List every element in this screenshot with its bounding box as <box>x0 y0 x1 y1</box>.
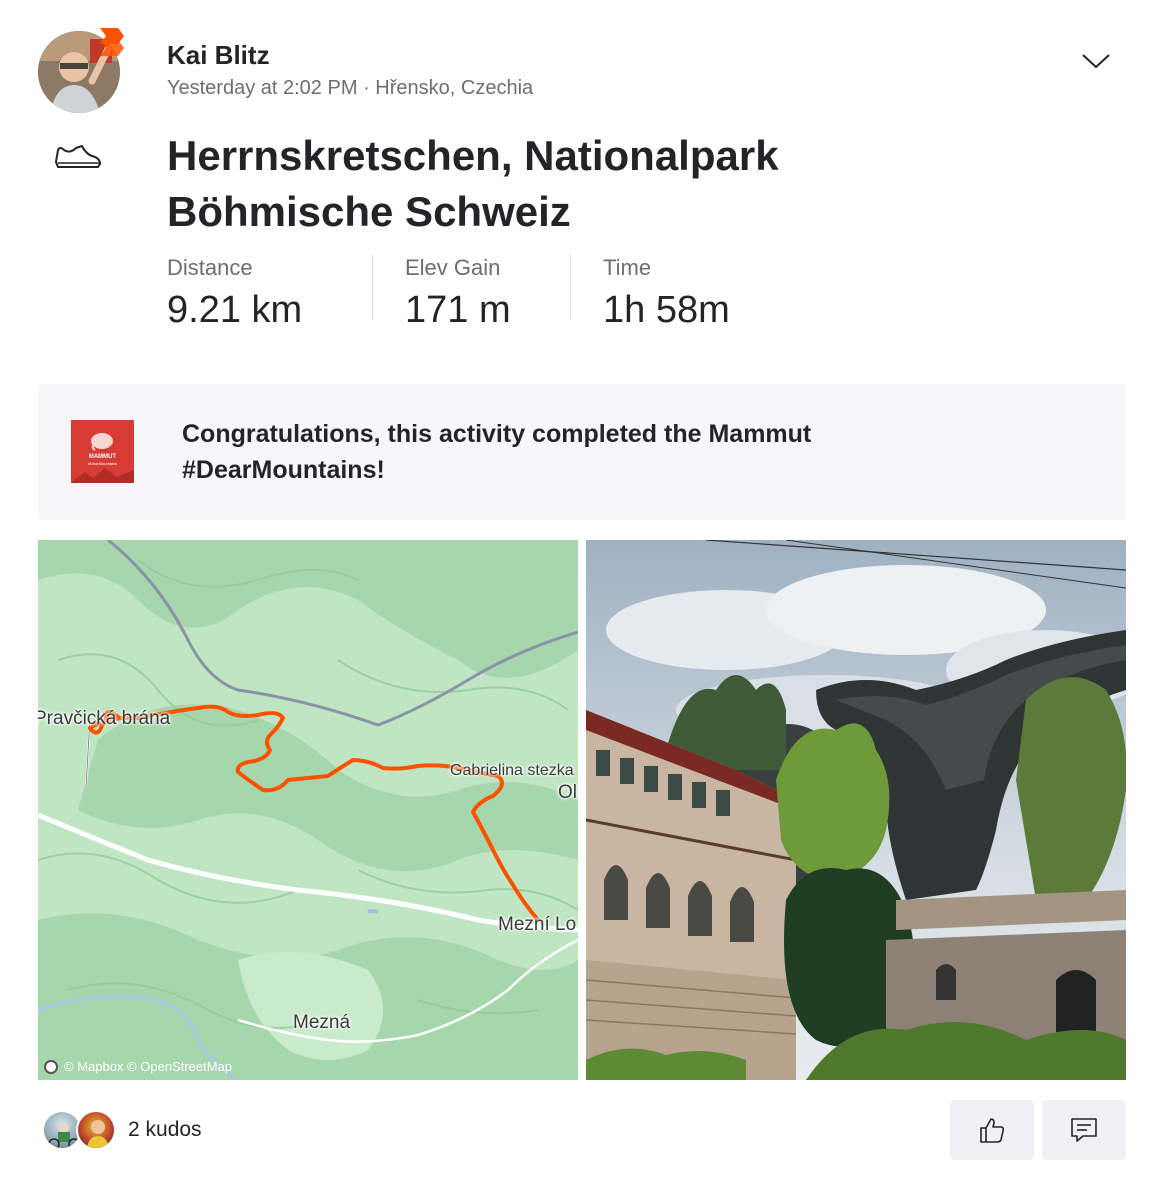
challenge-banner[interactable]: MAMMUT #DearMountains Congratulations, t… <box>38 384 1126 520</box>
challenge-text: Congratulations, this activity completed… <box>182 420 812 484</box>
logo-text: MAMMUT <box>89 454 117 460</box>
activity-title[interactable]: Herrnskretschen, Nationalpark Böhmische … <box>167 128 867 240</box>
stat-label: Elev Gain <box>405 255 501 280</box>
activity-timestamp: Yesterday at 2:02 PM <box>167 77 358 99</box>
stat-value: 171 m <box>405 289 511 331</box>
activity-photo[interactable] <box>586 540 1126 1080</box>
logo-subtext: #DearMountains <box>88 461 117 466</box>
comment-icon <box>1071 1118 1097 1142</box>
athlete-name[interactable]: Kai Blitz <box>167 40 270 71</box>
activity-meta: Yesterday at 2:02 PM · Hřensko, Czechia <box>167 77 533 100</box>
map-label-mezni-louka: Mezní Lo <box>498 914 577 935</box>
activity-location: Hřensko, Czechia <box>375 77 534 99</box>
thumbs-up-icon <box>980 1118 1005 1143</box>
kudos-count[interactable]: 2 kudos <box>128 1118 202 1142</box>
map-label-mezna: Mezná <box>293 1012 351 1033</box>
stat-label: Distance <box>167 255 253 280</box>
subscriber-badge-icon <box>96 26 124 58</box>
mapbox-logo-icon <box>44 1059 58 1074</box>
hiking-shoe-icon <box>52 140 104 170</box>
attribution-text: © Mapbox © OpenStreetMap <box>64 1059 233 1074</box>
map-label-gabrielina: Gabrielina stezka <box>450 762 574 779</box>
comment-button[interactable] <box>1042 1100 1126 1160</box>
meta-separator: · <box>363 77 370 99</box>
stat-value: 1h 58m <box>603 289 730 331</box>
stat-elev-gain: Elev Gain 171 m <box>405 254 571 331</box>
map-label-edge: Ol <box>558 782 577 803</box>
chevron-down-icon[interactable] <box>1080 50 1112 72</box>
stat-time: Time 1h 58m <box>603 254 762 331</box>
stat-label: Time <box>603 255 652 280</box>
kudo-avatar[interactable] <box>76 1110 116 1150</box>
kudos-avatars[interactable] <box>42 1110 118 1150</box>
route-map[interactable]: Pravčická brána Gabrielina stezka Ol Mez… <box>38 540 578 1080</box>
activity-stats: Distance 9.21 km Elev Gain 171 m Time 1h… <box>167 254 794 331</box>
mammut-logo: MAMMUT #DearMountains <box>71 420 134 483</box>
stat-value: 9.21 km <box>167 289 303 331</box>
map-attribution[interactable]: © Mapbox © OpenStreetMap <box>44 1059 232 1074</box>
map-label-pravcicka: Pravčická brána <box>38 708 171 729</box>
give-kudos-button[interactable] <box>950 1100 1034 1160</box>
stat-distance: Distance 9.21 km <box>167 254 373 331</box>
